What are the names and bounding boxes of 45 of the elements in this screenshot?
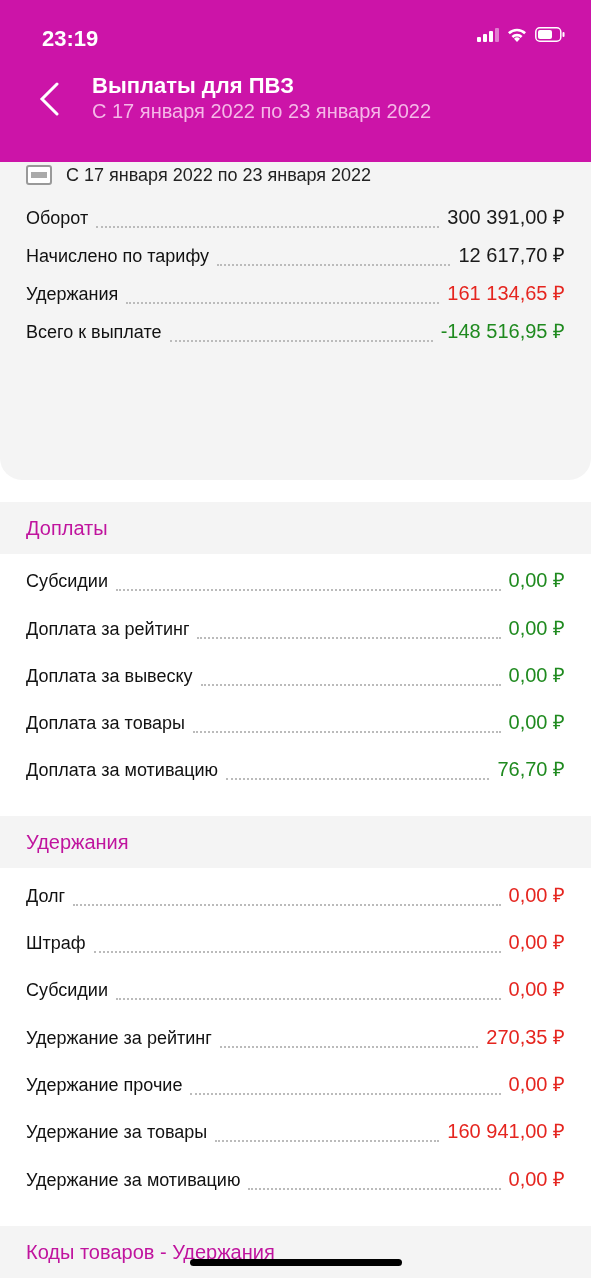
row-label: Доплата за товары <box>26 712 185 736</box>
status-time: 23:19 <box>41 25 99 53</box>
section-title: Удержания <box>26 830 129 856</box>
amount-value: 0,00 ₽ <box>508 977 565 1003</box>
wb-logo-icon <box>26 165 52 185</box>
amount-value: 0,00 ₽ <box>508 710 565 736</box>
screen-subtitle: С 17 января 2022 по 23 января 2022 <box>92 99 432 125</box>
wifi-icon <box>507 27 527 42</box>
amount-value: 0,00 ₽ <box>508 882 565 908</box>
screen-title: Выплаты для ПВЗ <box>92 73 295 100</box>
row-label: Удержания <box>26 283 119 306</box>
amount-value: 0,00 ₽ <box>508 662 565 688</box>
row-label: Долг <box>26 884 66 908</box>
back-icon <box>38 81 60 116</box>
row-label: Удержание за мотивацию <box>26 1168 241 1192</box>
row-label: Удержание прочие <box>26 1073 183 1097</box>
amount-value: -148 516,95 ₽ <box>440 319 565 344</box>
row-label: Доплата за мотивацию <box>26 759 219 783</box>
signal-icon <box>477 27 499 42</box>
row-label: Субсидии <box>26 570 108 594</box>
amount-value: 0,00 ₽ <box>508 930 565 956</box>
amount-value: 12 617,70 ₽ <box>458 243 565 268</box>
row-label: Всего к выплате <box>26 321 162 344</box>
row-label: Удержание за товары <box>26 1121 208 1145</box>
row-label: Начислено по тарифу <box>26 245 209 268</box>
period-text: С 17 января 2022 по 23 января 2022 <box>66 163 372 187</box>
row-label: Субсидии <box>26 979 108 1003</box>
amount-value: 0,00 ₽ <box>508 568 565 594</box>
amount-value: 0,00 ₽ <box>508 615 565 641</box>
amount-value: 76,70 ₽ <box>497 757 565 783</box>
amount-value: 161 134,65 ₽ <box>447 281 565 306</box>
row-label: Доплата за рейтинг <box>26 617 190 641</box>
row-label: Удержание за рейтинг <box>26 1026 212 1050</box>
section-title: Коды товаров - Удержания <box>26 1239 275 1265</box>
amount-value: 270,35 ₽ <box>486 1024 565 1050</box>
row-label: Штраф <box>26 932 86 956</box>
amount-value: 0,00 ₽ <box>508 1071 565 1097</box>
section-title: Доплаты <box>26 516 108 541</box>
battery-icon <box>535 27 565 42</box>
back-button[interactable] <box>38 81 60 116</box>
row-label: Оборот <box>26 207 89 230</box>
amount-value: 160 941,00 ₽ <box>447 1119 565 1145</box>
amount-value: 0,00 ₽ <box>508 1166 565 1192</box>
amount-value: 300 391,00 ₽ <box>447 205 565 230</box>
row-label: Доплата за вывеску <box>26 664 193 688</box>
